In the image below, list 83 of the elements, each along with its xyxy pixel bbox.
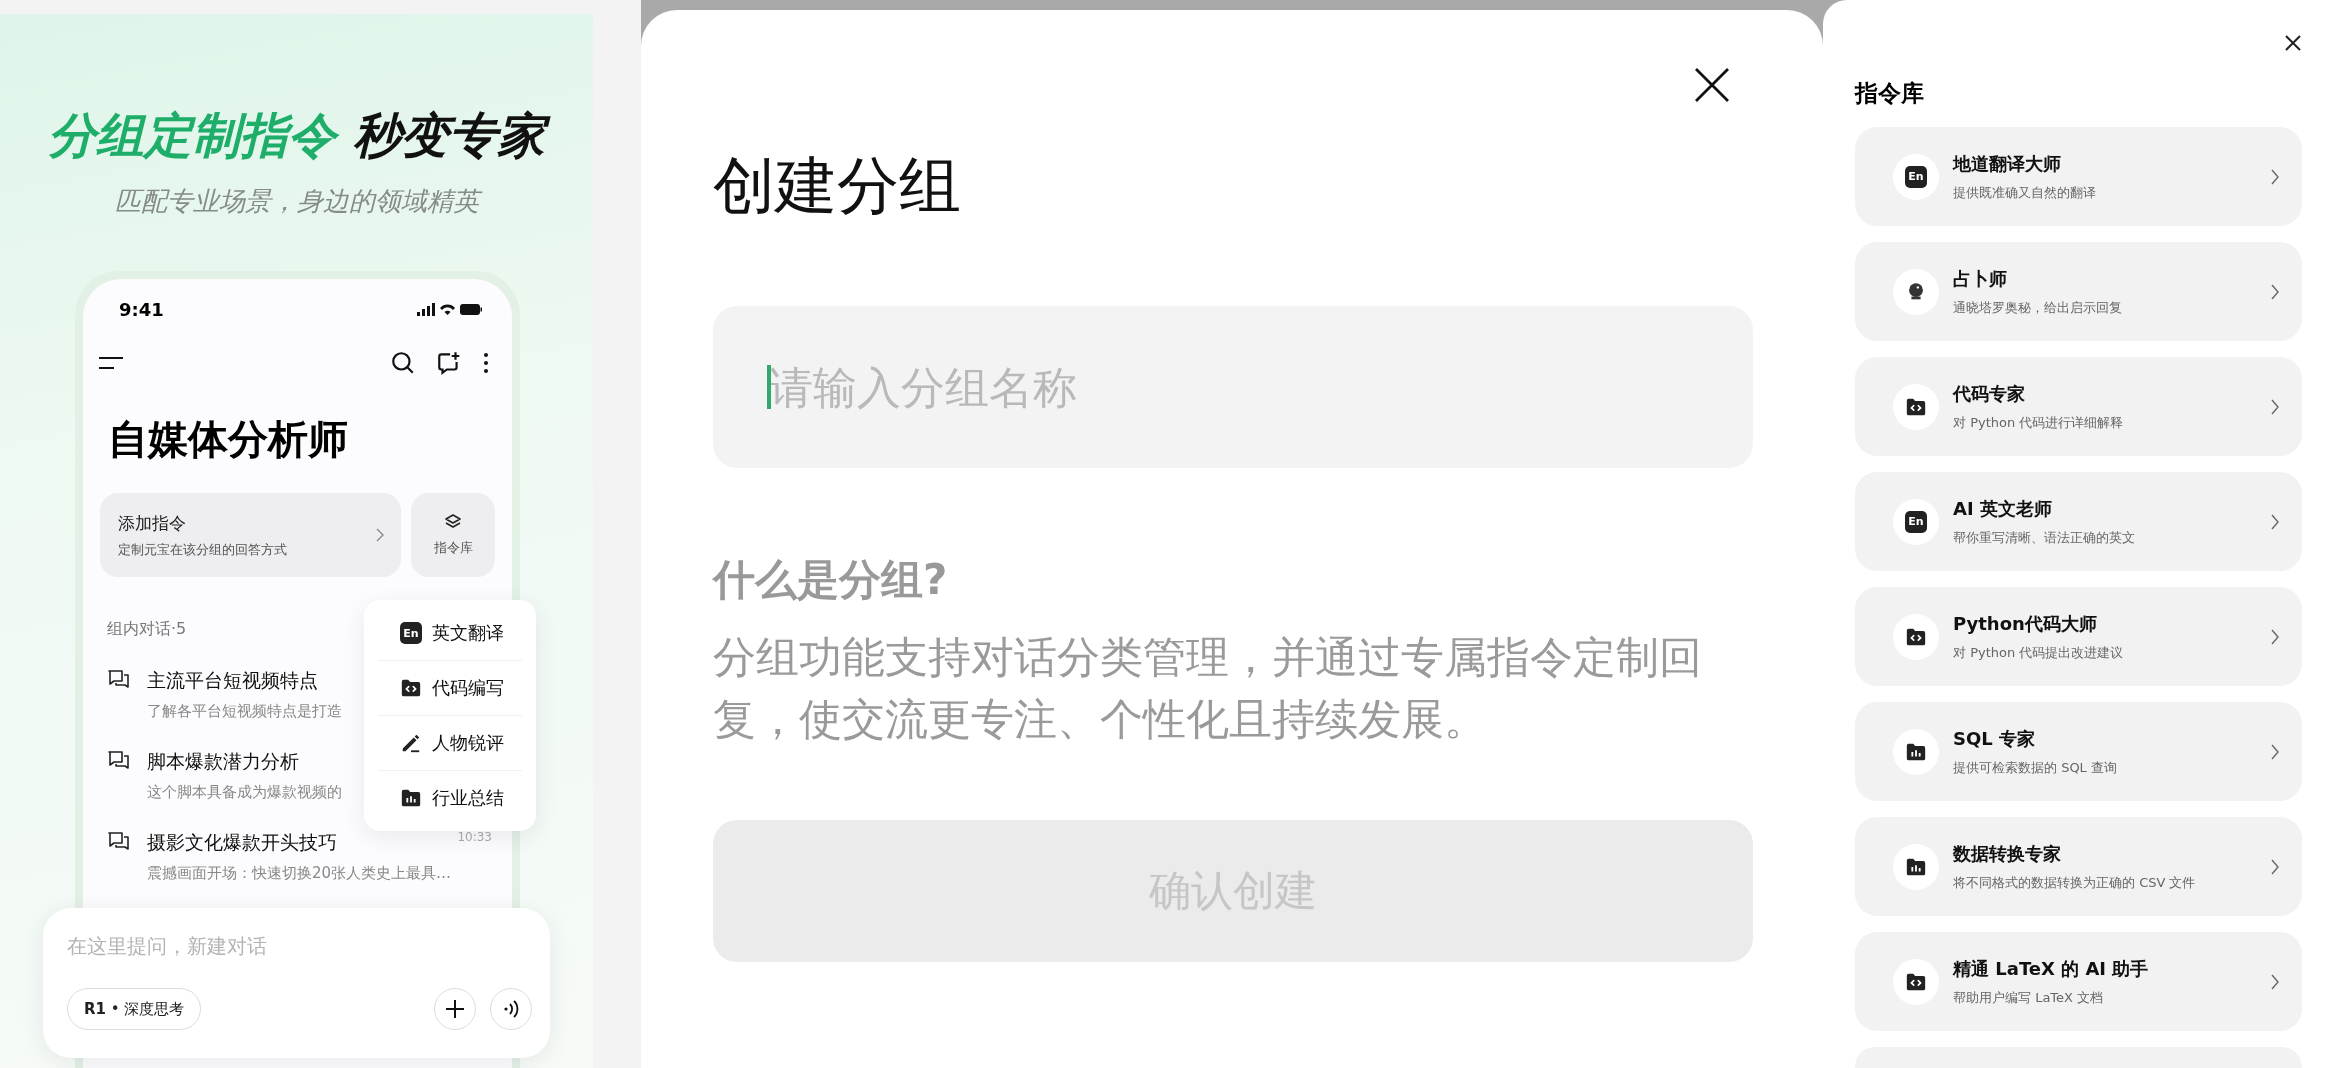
wifi-icon xyxy=(440,303,455,316)
instruction-library-button[interactable]: 指令库 xyxy=(411,493,495,577)
close-icon[interactable] xyxy=(1693,66,1731,104)
instruction-title: 数据转换专家 xyxy=(1953,841,2062,866)
instruction-card[interactable]: 占卜师 通晓塔罗奥秘，给出启示回复 xyxy=(1855,242,2302,341)
group-name-field[interactable]: 请输入分组名称 xyxy=(713,306,1753,468)
promo-headline: 分组定制指令 秒变专家 xyxy=(0,104,593,168)
card-title: 添加指令 xyxy=(118,511,187,535)
instruction-description: 帮你重写清晰、语法正确的英文 xyxy=(1953,528,2136,547)
instruction-card[interactable]: 代码专家 对 Python 代码进行详细解释 xyxy=(1855,357,2302,456)
chevron-right-icon xyxy=(2270,972,2280,991)
chat-bubbles-icon xyxy=(107,668,131,690)
chat-bubbles-icon xyxy=(107,749,131,771)
chevron-right-icon xyxy=(2270,627,2280,646)
instruction-description: 对 Python 代码进行详细解释 xyxy=(1953,413,2125,432)
conversation-preview: 震撼画面开场：快速切换20张人类史上最具… xyxy=(147,864,452,883)
conversation-preview: 这个脚本具备成为爆款视频的 xyxy=(147,783,342,802)
instruction-card[interactable]: En AI 英文老师 帮你重写清晰、语法正确的英文 xyxy=(1855,472,2302,571)
help-heading: 什么是分组? xyxy=(713,554,949,606)
instruction-description: 对 Python 代码提出改进建议 xyxy=(1953,643,2125,662)
chart-folder-icon xyxy=(400,787,422,809)
plus-icon xyxy=(444,998,466,1020)
voice-button[interactable] xyxy=(490,988,532,1030)
language-badge-icon: En xyxy=(1905,165,1927,188)
instruction-description: 通晓塔罗奥秘，给出启示回复 xyxy=(1953,298,2123,317)
add-instruction-card[interactable]: 添加指令 定制元宝在该分组的回答方式 xyxy=(100,493,401,577)
instruction-title: Python代码大师 xyxy=(1953,611,2098,636)
instruction-card[interactable]: SQL 专家 提供可检索数据的 SQL 查询 xyxy=(1855,702,2302,801)
conversation-title[interactable]: 主流平台短视频特点 xyxy=(147,668,318,694)
chevron-right-icon xyxy=(2270,167,2280,186)
text-cursor xyxy=(767,365,771,409)
code-folder-icon xyxy=(400,677,422,699)
chevron-right-icon xyxy=(2270,512,2280,531)
conversation-title[interactable]: 摄影文化爆款开头技巧 xyxy=(147,830,337,856)
chevron-right-icon xyxy=(375,527,385,543)
instruction-card[interactable]: Python代码大师 对 Python 代码提出改进建议 xyxy=(1855,587,2302,686)
conversation-title[interactable]: 脚本爆款潜力分析 xyxy=(147,749,299,775)
conversation-time: 10:33 xyxy=(457,830,492,846)
more-icon[interactable] xyxy=(482,351,490,375)
pencil-icon xyxy=(400,732,422,754)
promo-subtitle: 匹配专业场景，身边的领域精英 xyxy=(0,184,593,219)
instruction-description: 提供既准确又自然的翻译 xyxy=(1953,183,2097,202)
language-badge-icon: En xyxy=(1905,510,1927,533)
instruction-card[interactable]: En 地道翻译大师 提供既准确又自然的翻译 xyxy=(1855,127,2302,226)
mode-chip[interactable]: R1 • 深度思考 xyxy=(67,988,202,1030)
chat-bubbles-icon xyxy=(107,830,131,852)
instruction-title: 精通 LaTeX 的 AI 助手 xyxy=(1953,956,2150,981)
instruction-description: 将不同格式的数据转换为正确的 CSV 文件 xyxy=(1953,873,2197,892)
chevron-right-icon xyxy=(2270,857,2280,876)
close-icon[interactable] xyxy=(2284,34,2302,52)
instruction-title: 代码专家 xyxy=(1953,381,2026,406)
menu-item[interactable]: 代码编写 xyxy=(378,660,522,715)
battery-icon xyxy=(460,304,482,315)
question-input-field[interactable]: 在这里提问，新建对话 xyxy=(67,934,532,958)
instruction-title: 占卜师 xyxy=(1953,266,2008,291)
signal-icon xyxy=(417,303,435,316)
chevron-right-icon xyxy=(2270,742,2280,761)
instruction-title: SQL 专家 xyxy=(1953,726,2036,751)
language-badge-icon: En xyxy=(400,622,422,644)
instruction-card[interactable]: 精通 LaTeX 的 AI 助手 帮助用户编写 LaTeX 文档 xyxy=(1855,932,2302,1031)
menu-item[interactable]: En 英文翻译 xyxy=(378,606,522,660)
instruction-description: 帮助用户编写 LaTeX 文档 xyxy=(1953,988,2105,1007)
conversation-preview: 了解各平台短视频特点是打造 xyxy=(147,702,342,721)
library-title: 指令库 xyxy=(1855,79,1925,108)
add-button[interactable] xyxy=(434,988,476,1030)
layers-icon xyxy=(443,513,463,531)
sheet-title: 创建分组 xyxy=(713,148,962,224)
status-time: 9:41 xyxy=(119,299,164,320)
section-label: 组内对话·5 xyxy=(107,619,187,640)
help-text: 分组功能支持对话分类管理，并通过专属指令定制回复，使交流更专注、个性化且持续发展。 xyxy=(713,631,1703,746)
card-subtitle: 定制元宝在该分组的回答方式 xyxy=(118,540,287,559)
instruction-title: 地道翻译大师 xyxy=(1953,151,2062,176)
new-chat-icon[interactable] xyxy=(436,350,462,376)
menu-item[interactable]: 人物锐评 xyxy=(378,715,522,770)
chevron-right-icon xyxy=(2270,282,2280,301)
menu-icon[interactable] xyxy=(98,356,124,370)
instruction-card[interactable]: 数据转换专家 将不同格式的数据转换为正确的 CSV 文件 xyxy=(1855,817,2302,916)
group-title: 自媒体分析师 xyxy=(108,415,349,464)
instruction-description: 提供可检索数据的 SQL 查询 xyxy=(1953,758,2118,777)
menu-item[interactable]: 行业总结 xyxy=(378,770,522,825)
search-icon[interactable] xyxy=(390,350,416,376)
chevron-right-icon xyxy=(2270,397,2280,416)
instruction-title: AI 英文老师 xyxy=(1953,496,2053,521)
